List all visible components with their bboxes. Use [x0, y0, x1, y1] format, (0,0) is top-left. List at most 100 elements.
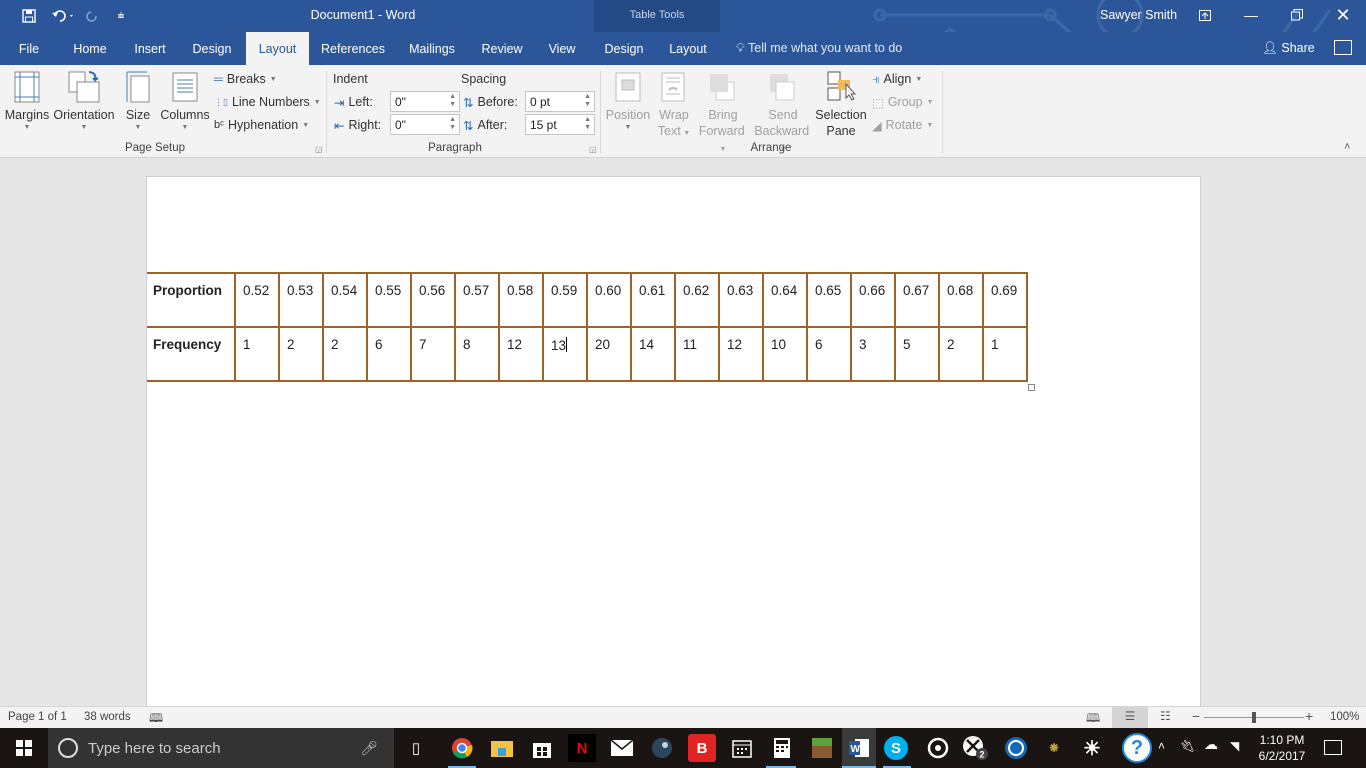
microphone-icon[interactable]: 🎤︎ — [360, 740, 378, 757]
zoom-out-icon[interactable]: − — [1192, 708, 1200, 724]
page-setup-dialog-launcher-icon[interactable]: ◲ — [315, 145, 323, 154]
zoom-level[interactable]: 100% — [1330, 711, 1359, 723]
share-button[interactable]: 👤︎ Share — [1262, 41, 1315, 56]
rotate-button[interactable]: ◢ Rotate ▼ — [872, 115, 933, 135]
netflix-icon[interactable]: N — [568, 734, 596, 762]
user-name[interactable]: Sawyer Smith — [1100, 8, 1177, 22]
frequency-cell[interactable]: 14 — [630, 326, 676, 382]
calculator-icon[interactable] — [768, 734, 796, 762]
word-count[interactable]: 38 words — [84, 711, 131, 723]
frequency-cell[interactable]: 6 — [366, 326, 412, 382]
ring-app-icon[interactable]: ⁕ — [1040, 734, 1068, 762]
help-icon[interactable]: ? — [1122, 733, 1152, 763]
proportion-cell[interactable]: 0.65 — [806, 272, 852, 328]
frequency-cell[interactable]: 13 — [542, 326, 588, 382]
proportion-cell[interactable]: 0.53 — [278, 272, 324, 328]
store-icon[interactable] — [528, 734, 556, 762]
file-explorer-icon[interactable] — [488, 734, 516, 762]
frequency-cell[interactable]: 5 — [894, 326, 940, 382]
word-taskbar-icon[interactable]: W — [842, 728, 876, 768]
print-layout-icon[interactable]: ☰ — [1112, 707, 1148, 728]
proportion-cell[interactable]: 0.68 — [938, 272, 984, 328]
proportion-cell[interactable]: 0.67 — [894, 272, 940, 328]
frequency-cell[interactable]: 2 — [322, 326, 368, 382]
spacing-before-input[interactable]: 0 pt ▲ ▼ — [525, 91, 595, 112]
minecraft-icon[interactable] — [808, 734, 836, 762]
task-view-icon[interactable]: ▯ — [402, 734, 430, 762]
tab-view[interactable]: View — [540, 32, 584, 65]
read-mode-icon[interactable]: 🕮︎ — [1086, 709, 1100, 730]
power-icon[interactable]: 🔌︎ — [1180, 739, 1195, 753]
windows-start-icon[interactable] — [10, 734, 38, 762]
spinner-arrows-icon[interactable]: ▲ ▼ — [449, 93, 456, 109]
line-numbers-button[interactable]: ⋮▯ Line Numbers ▼ — [214, 92, 321, 112]
frequency-cell[interactable]: 6 — [806, 326, 852, 382]
margins-button[interactable]: Margins ▼ — [4, 69, 50, 133]
frequency-cell[interactable]: 10 — [762, 326, 808, 382]
bitdefender-icon[interactable]: B — [688, 734, 716, 762]
proportion-cell[interactable]: 0.62 — [674, 272, 720, 328]
tab-file[interactable]: File — [10, 32, 48, 65]
minimize-icon[interactable]: — — [1236, 4, 1266, 26]
orientation-button[interactable]: Orientation ▼ — [53, 69, 115, 133]
zoom-slider-thumb[interactable] — [1252, 712, 1256, 723]
spacing-after-input[interactable]: 15 pt ▲ ▼ — [525, 114, 595, 135]
tab-review[interactable]: Review — [477, 32, 527, 65]
proportion-cell[interactable]: 0.52 — [234, 272, 280, 328]
indent-right-input[interactable]: 0" ▲ ▼ — [390, 114, 460, 135]
steam-icon[interactable] — [648, 734, 676, 762]
frequency-cell[interactable]: 12 — [718, 326, 764, 382]
wifi-icon[interactable]: ◥ — [1230, 739, 1239, 753]
size-button[interactable]: Size ▼ — [120, 69, 156, 133]
hyphenation-button[interactable]: bᶜ Hyphenation ▼ — [214, 115, 309, 135]
tab-table-design[interactable]: Design — [598, 32, 650, 65]
page-count[interactable]: Page 1 of 1 — [8, 711, 67, 723]
frequency-cell[interactable]: 20 — [586, 326, 632, 382]
row-header-proportion[interactable]: Proportion — [147, 272, 236, 328]
proportion-cell[interactable]: 0.69 — [982, 272, 1028, 328]
paragraph-dialog-launcher-icon[interactable]: ◲ — [589, 145, 597, 154]
frequency-cell[interactable]: 3 — [850, 326, 896, 382]
comments-icon[interactable] — [1334, 40, 1352, 55]
tab-layout[interactable]: Layout — [246, 32, 309, 65]
proportion-cell[interactable]: 0.59 — [542, 272, 588, 328]
tab-home[interactable]: Home — [66, 32, 114, 65]
frequency-cell[interactable]: 2 — [278, 326, 324, 382]
align-button[interactable]: ⫣ Align ▼ — [872, 69, 922, 89]
collapse-ribbon-icon[interactable]: ˄ — [1344, 141, 1350, 153]
groove-music-icon[interactable] — [924, 734, 952, 762]
selection-pane-button[interactable]: Selection Pane — [814, 69, 868, 139]
show-hidden-icons-chevron-icon[interactable]: ˄ — [1158, 739, 1165, 753]
frequency-cell[interactable]: 12 — [498, 326, 544, 382]
ribbon-display-options-icon[interactable] — [1190, 4, 1220, 26]
tab-mailings[interactable]: Mailings — [401, 32, 463, 65]
tell-me-search[interactable]: 💡︎ Tell me what you want to do — [736, 41, 902, 56]
brightness-icon[interactable]: ☀ — [1078, 734, 1106, 762]
mail-icon[interactable] — [608, 734, 636, 762]
onedrive-icon[interactable]: ☁ — [1204, 736, 1218, 753]
tab-design[interactable]: Design — [186, 32, 238, 65]
close-icon[interactable]: ✕ — [1328, 4, 1358, 26]
proportion-cell[interactable]: 0.58 — [498, 272, 544, 328]
indent-left-input[interactable]: 0" ▲ ▼ — [390, 91, 460, 112]
frequency-cell[interactable]: 8 — [454, 326, 500, 382]
row-header-frequency[interactable]: Frequency — [147, 326, 236, 382]
frequency-cell[interactable]: 7 — [410, 326, 456, 382]
skype-icon[interactable]: S — [884, 736, 908, 760]
frequency-cell[interactable]: 2 — [938, 326, 984, 382]
tab-references[interactable]: References — [317, 32, 389, 65]
hp-support-icon[interactable] — [1002, 734, 1030, 762]
frequency-cell[interactable]: 11 — [674, 326, 720, 382]
frequency-cell[interactable]: 1 — [234, 326, 280, 382]
proportion-cell[interactable]: 0.63 — [718, 272, 764, 328]
proportion-cell[interactable]: 0.66 — [850, 272, 896, 328]
frequency-table[interactable]: Proportion 0.52 0.53 0.54 0.55 0.56 0.57 0.58 0… — [147, 272, 1028, 382]
tab-table-layout[interactable]: Layout — [662, 32, 714, 65]
proportion-cell[interactable]: 0.55 — [366, 272, 412, 328]
frequency-cell[interactable]: 1 — [982, 326, 1028, 382]
table-resize-handle[interactable] — [1028, 384, 1035, 391]
taskbar-search[interactable]: Type here to search 🎤︎ — [48, 728, 394, 768]
position-button[interactable]: Position ▼ — [604, 69, 652, 133]
breaks-button[interactable]: ═ Breaks ▼ — [214, 69, 277, 89]
spinner-arrows-icon[interactable]: ▲ ▼ — [584, 93, 591, 109]
